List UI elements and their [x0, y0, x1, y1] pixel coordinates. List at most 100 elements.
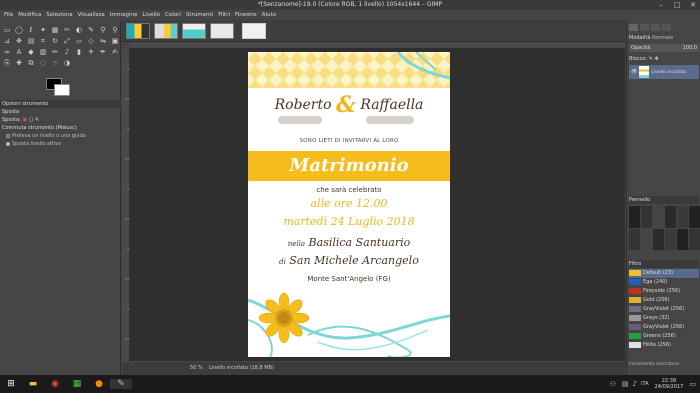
menu-finestre[interactable]: Finestre [235, 10, 257, 20]
smudge-icon[interactable]: ☝ [50, 59, 60, 68]
path-mode-icon[interactable]: ✎ [35, 117, 39, 123]
brush-icon[interactable] [665, 206, 676, 228]
eraser-icon[interactable]: ▮ [74, 48, 84, 57]
airbrush-icon[interactable]: ✈ [86, 48, 96, 57]
gradient-icon[interactable]: ▥ [38, 48, 48, 57]
free-select-icon[interactable]: ℓ [26, 26, 36, 35]
fuzzy-select-icon[interactable]: ✦ [38, 26, 48, 35]
gradient-item[interactable]: Ega (240) [629, 278, 699, 287]
menu-file[interactable]: File [4, 10, 13, 20]
menu-colori[interactable]: Colori [165, 10, 181, 20]
opacity-row[interactable]: Opacità 100.0 [629, 44, 699, 52]
file-explorer-icon[interactable]: ▬ [22, 379, 44, 389]
notifications-icon[interactable]: ▭ [689, 380, 696, 388]
clone-icon[interactable]: ⎘ [2, 59, 12, 68]
gradient-item[interactable]: GrayViolet (256) [629, 323, 699, 332]
scale-icon[interactable]: ⤢ [62, 37, 72, 46]
paintbrush-icon[interactable]: ♪ [62, 48, 72, 57]
opacity-value[interactable]: 100.0 [683, 44, 697, 52]
paths-icon[interactable]: ✎ [86, 26, 96, 35]
menu-strumenti[interactable]: Strumenti [186, 10, 213, 20]
zoom-icon[interactable]: ⚲ [110, 26, 120, 35]
layer-name[interactable]: Livello incollato [651, 70, 686, 75]
lock-position-icon[interactable]: ✥ [655, 56, 659, 62]
layers-tab-icon[interactable] [629, 24, 638, 31]
blur-icon[interactable]: ◌ [38, 59, 48, 68]
rect-select-icon[interactable]: ▭ [2, 26, 12, 35]
lock-pixels-icon[interactable]: ✎ [649, 56, 653, 62]
background-color-swatch[interactable] [54, 84, 70, 96]
image-tab-3[interactable] [182, 23, 206, 39]
image-tab-5[interactable] [242, 23, 266, 39]
brush-icon[interactable] [689, 228, 700, 250]
clock[interactable]: 22:38 24/09/2017 [655, 378, 684, 390]
mypaint-brush-icon[interactable]: ✍ [110, 48, 120, 57]
bucket-fill-icon[interactable]: ◆ [26, 48, 36, 57]
mode-value[interactable]: Normale [652, 35, 673, 41]
gradient-item[interactable]: Greens (256) [629, 332, 699, 341]
flip-icon[interactable]: ⇋ [98, 37, 108, 46]
menu-visualizza[interactable]: Visualizza [78, 10, 105, 20]
pencil-icon[interactable]: ✏ [50, 48, 60, 57]
mode-row[interactable]: Modalità Normale [629, 34, 699, 42]
warp-icon[interactable]: ≈ [2, 48, 12, 57]
brush-icon[interactable] [689, 206, 700, 228]
color-selector[interactable] [46, 78, 72, 98]
heal-icon[interactable]: ✚ [14, 59, 24, 68]
windows-start-icon[interactable]: ⊞ [0, 379, 22, 389]
gradient-item[interactable]: Hilite (256) [629, 341, 699, 350]
language-indicator[interactable]: ITA [641, 381, 649, 387]
radio-move-active[interactable]: Sposta livello attivo [0, 140, 121, 148]
crop-icon[interactable]: ⌗ [38, 37, 48, 46]
minimize-button[interactable]: – [656, 0, 666, 10]
canvas-area[interactable]: Roberto & Raffaella SONO LIETI DI INVITA… [130, 49, 625, 361]
image-tab-1[interactable] [126, 23, 150, 39]
invitation-image[interactable]: Roberto & Raffaella SONO LIETI DI INVITA… [248, 52, 450, 357]
brush-icon[interactable] [653, 206, 664, 228]
horizontal-ruler[interactable] [129, 42, 625, 57]
brush-icon[interactable] [629, 228, 640, 250]
calculator-icon[interactable]: ▦ [66, 379, 88, 389]
brush-icon[interactable] [629, 206, 640, 228]
network-icon[interactable]: ▤ [622, 380, 629, 388]
color-select-icon[interactable]: ▦ [50, 26, 60, 35]
menu-modifica[interactable]: Modifica [18, 10, 41, 20]
scissors-icon[interactable]: ✂ [62, 26, 72, 35]
menu-aiuto[interactable]: Aiuto [262, 10, 276, 20]
people-icon[interactable]: ⚇ [610, 380, 616, 388]
paths-tab-icon[interactable] [651, 24, 660, 31]
brush-icon[interactable] [677, 206, 688, 228]
brush-icon[interactable] [665, 228, 676, 250]
image-tab-4[interactable] [210, 23, 234, 39]
tool-options-header[interactable]: Opzioni strumento [0, 100, 121, 108]
vertical-ruler[interactable] [122, 49, 130, 361]
rotate-icon[interactable]: ↻ [50, 37, 60, 46]
foreground-select-icon[interactable]: ◐ [74, 26, 84, 35]
selection-mode-icon[interactable]: ▢ [29, 117, 34, 123]
gradient-item[interactable]: Grays (32) [629, 314, 699, 323]
gradient-item[interactable]: GrayViolet (256) [629, 305, 699, 314]
ink-icon[interactable]: ✒ [98, 48, 108, 57]
align-icon[interactable]: ▤ [26, 37, 36, 46]
perspective-clone-icon[interactable]: ⧉ [26, 59, 36, 68]
cage-icon[interactable]: ▣ [110, 37, 120, 46]
firefox-icon[interactable]: ● [88, 379, 110, 389]
text-icon[interactable]: A [14, 48, 24, 57]
chrome-icon[interactable]: ◉ [44, 379, 66, 389]
menu-livello[interactable]: Livello [142, 10, 160, 20]
layer-mode-icon[interactable]: ▣ [22, 117, 27, 123]
layer-row[interactable]: 👁 Livello incollato [629, 65, 699, 79]
gradient-item[interactable]: Default (23) [629, 269, 699, 278]
brush-icon[interactable] [641, 206, 652, 228]
gradient-item[interactable]: Fireyside (256) [629, 287, 699, 296]
gimp-taskbar-icon[interactable]: ✎ [110, 379, 132, 389]
shear-icon[interactable]: ▱ [74, 37, 84, 46]
move-icon[interactable]: ✥ [14, 37, 24, 46]
history-tab-icon[interactable] [662, 24, 671, 31]
color-picker-icon[interactable]: ⚲ [98, 26, 108, 35]
measure-icon[interactable]: ⊿ [2, 37, 12, 46]
volume-icon[interactable]: ♪ [633, 380, 637, 388]
menu-filtri[interactable]: Filtri [218, 10, 230, 20]
visibility-eye-icon[interactable]: 👁 [631, 69, 637, 75]
channels-tab-icon[interactable] [640, 24, 649, 31]
